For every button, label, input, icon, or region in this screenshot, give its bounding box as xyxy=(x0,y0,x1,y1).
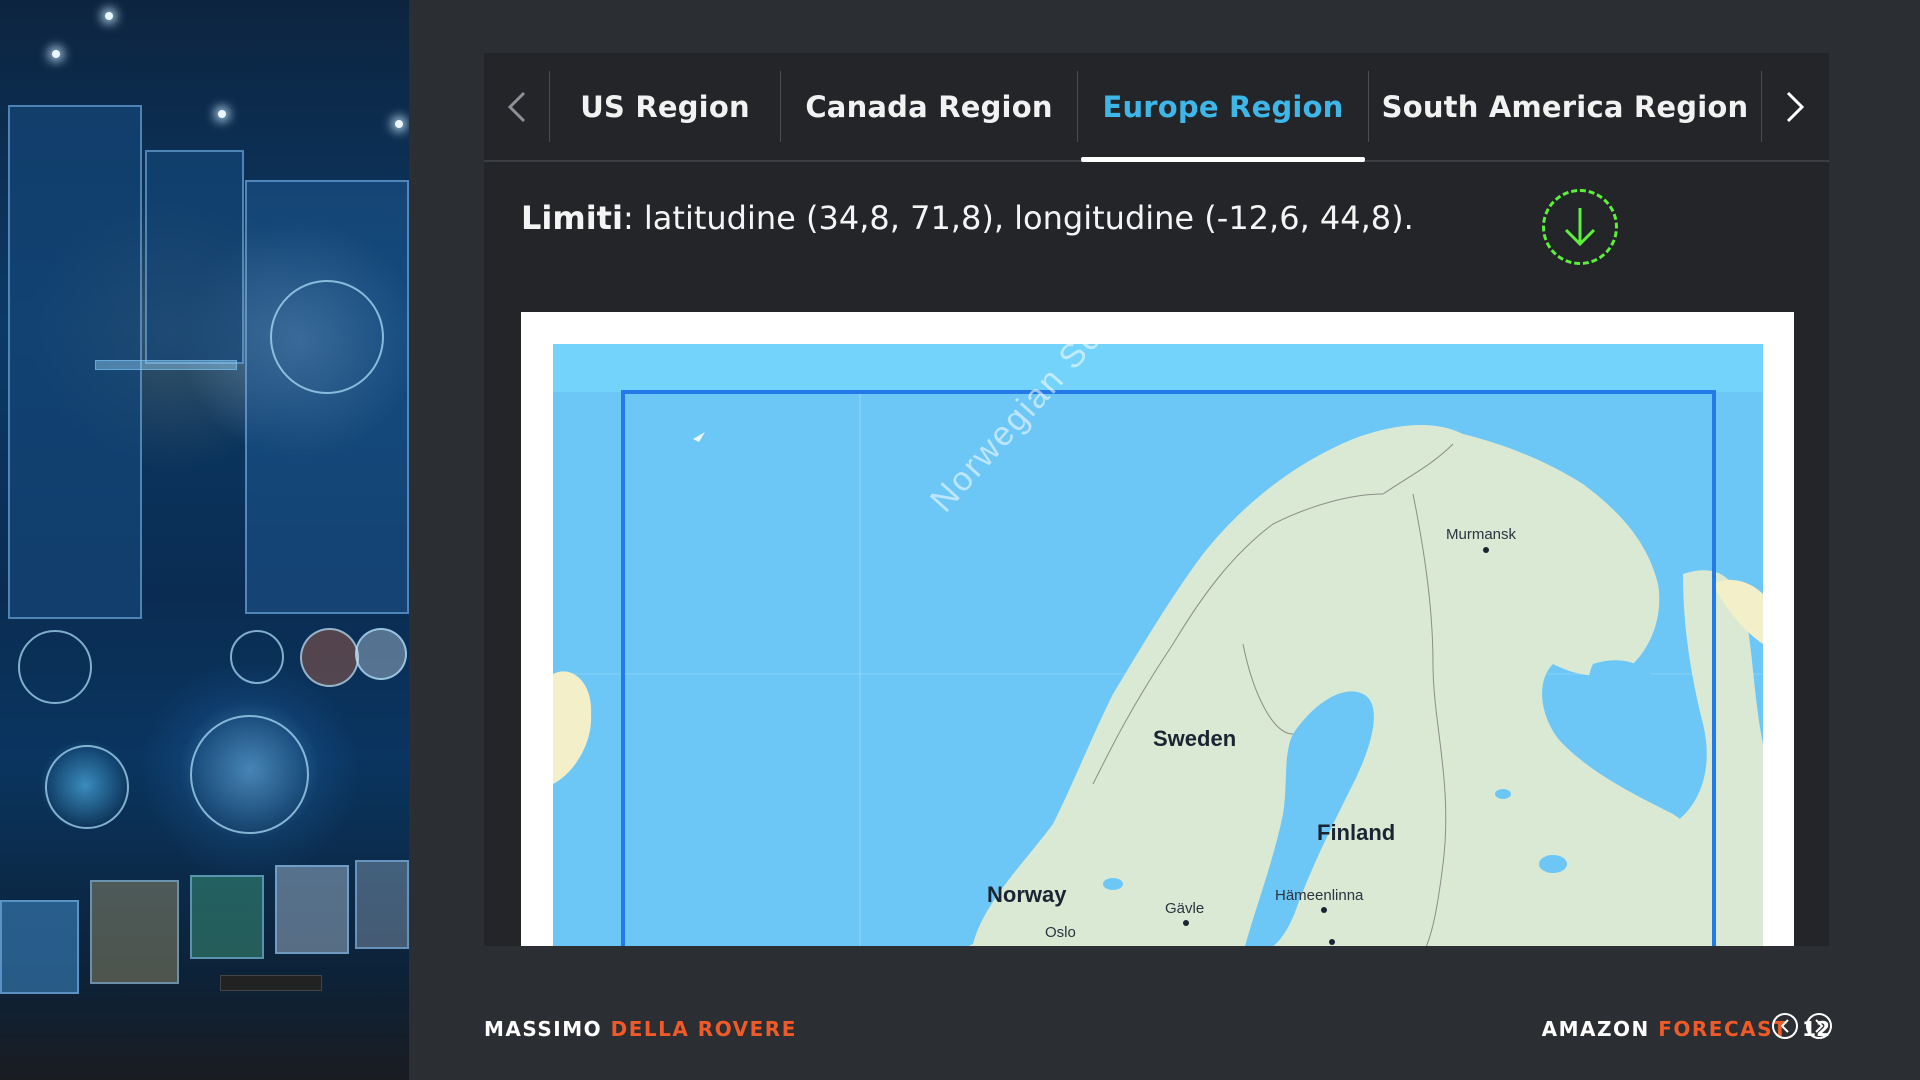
region-panel: US Region Canada Region Europe Region So… xyxy=(484,53,1829,946)
limits-text: Limiti: latitudine (34,8, 71,8), longitu… xyxy=(521,199,1414,237)
city-label-gavle: Gävle xyxy=(1165,900,1205,917)
tab-europe-region[interactable]: Europe Region xyxy=(1078,53,1368,162)
city-marker xyxy=(1183,920,1189,926)
limits-label: Limiti xyxy=(521,199,623,237)
tab-us-region[interactable]: US Region xyxy=(550,53,780,160)
tab-south-america-region[interactable]: South America Region xyxy=(1369,53,1761,160)
author-first-name: MASSIMO xyxy=(484,1017,603,1041)
city-marker xyxy=(1329,939,1335,945)
country-label-norway: Norway xyxy=(987,882,1067,907)
tab-canada-region[interactable]: Canada Region xyxy=(781,53,1077,160)
side-illustration xyxy=(0,0,409,1080)
europe-region-map[interactable]: Norwegian Sea Sweden Finland Norway Murm… xyxy=(553,344,1763,946)
chevron-left-icon[interactable] xyxy=(484,53,549,160)
author-last-name: DELLA ROVERE xyxy=(610,1017,797,1041)
download-icon[interactable] xyxy=(1542,189,1618,265)
city-label-oslo: Oslo xyxy=(1045,924,1076,941)
limits-value: : latitudine (34,8, 71,8), longitudine (… xyxy=(622,199,1414,237)
city-marker xyxy=(1483,547,1489,553)
prev-slide-icon[interactable] xyxy=(1772,1013,1798,1039)
chevron-right-icon[interactable] xyxy=(1762,53,1828,160)
next-slide-icon[interactable] xyxy=(1806,1013,1832,1039)
city-label-hameenlinna: Hämeenlinna xyxy=(1275,887,1364,904)
map-frame: Norwegian Sea Sweden Finland Norway Murm… xyxy=(521,312,1794,946)
course-last: FORECAST xyxy=(1658,1017,1789,1041)
footer-author: MASSIMO DELLA ROVERE xyxy=(484,1017,797,1041)
region-tabs: US Region Canada Region Europe Region So… xyxy=(484,53,1829,162)
country-label-finland: Finland xyxy=(1317,820,1396,845)
map-graphic xyxy=(553,344,1763,946)
city-marker xyxy=(1321,907,1327,913)
course-first: AMAZON xyxy=(1541,1017,1650,1041)
city-label-murmansk: Murmansk xyxy=(1446,526,1517,543)
country-label-sweden: Sweden xyxy=(1153,726,1237,751)
